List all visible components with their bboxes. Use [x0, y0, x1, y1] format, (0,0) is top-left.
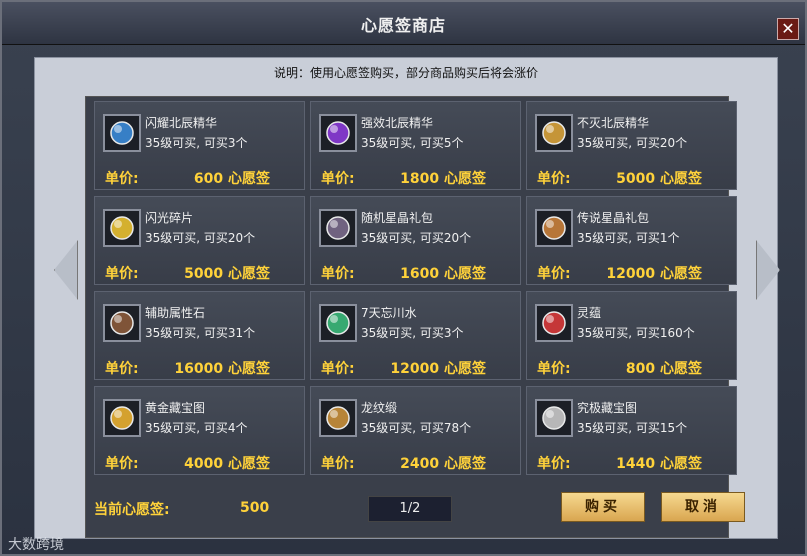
page-indicator: 1/2: [368, 496, 452, 522]
item-price-label: 单价:: [105, 456, 139, 472]
watermark-text: 大数跨境: [8, 537, 64, 553]
shop-panel: 说明：使用心愿签购买，部分商品购买后将会涨价 闪耀北辰精华 35级可买, 可买3个…: [34, 57, 778, 539]
gold-map-icon: [103, 399, 141, 437]
notice-text: 说明：使用心愿签购买，部分商品购买后将会涨价: [273, 66, 538, 80]
item-price-label: 单价:: [537, 171, 571, 187]
shop-item[interactable]: 辅助属性石 35级可买, 可买31个单价: 16000 心愿签: [94, 291, 305, 380]
item-price: 5000 心愿签: [616, 171, 702, 187]
item-requirement: 35级可买, 可买1个: [577, 231, 680, 245]
item-requirement: 35级可买, 可买78个: [361, 421, 472, 435]
blue-orb-icon: [103, 114, 141, 152]
item-grid: 闪耀北辰精华 35级可买, 可买3个 单价: 600 心愿签 强效北辰精华 35级可买, …: [85, 96, 737, 538]
item-name: 闪光碎片: [145, 211, 194, 225]
item-price: 12000 心愿签: [606, 266, 702, 282]
item-price-label: 单价:: [105, 171, 139, 187]
item-name: 闪耀北辰精华: [145, 116, 218, 130]
item-requirement: 35级可买, 可买20个: [361, 231, 472, 245]
spirit-icon: [535, 304, 573, 342]
legend-bag-icon: [535, 209, 573, 247]
shop-item[interactable]: 传说星晶礼包 35级可买, 可买1个单价: 12000 心愿签: [526, 196, 737, 285]
item-price: 600 心愿签: [193, 171, 270, 187]
item-requirement: 35级可买, 可买3个: [361, 326, 464, 340]
item-requirement: 35级可买, 可买160个: [577, 326, 695, 340]
item-requirement: 35级可买, 可买20个: [577, 136, 688, 150]
item-price-label: 单价:: [537, 266, 571, 282]
shop-item[interactable]: 随机星晶礼包 35级可买, 可买20个单价: 1600 心愿签: [310, 196, 521, 285]
item-name: 强效北辰精华: [361, 116, 434, 130]
shop-item[interactable]: 7天忘川水 35级可买, 可买3个单价: 12000 心愿签: [310, 291, 521, 380]
shop-item[interactable]: 龙纹缎 35级可买, 可买78个单价: 2400 心愿签: [310, 386, 521, 475]
stone-icon: [103, 304, 141, 342]
item-price: 2400 心愿签: [400, 456, 486, 472]
item-price-label: 单价:: [321, 171, 355, 187]
silk-icon: [319, 399, 357, 437]
shop-window: 心愿签商店 ✕ 说明：使用心愿签购买，部分商品购买后将会涨价 闪耀北辰精华 35级…: [0, 0, 807, 556]
item-requirement: 35级可买, 可买3个: [145, 136, 248, 150]
item-name: 究极藏宝图: [577, 401, 638, 415]
wish-balance-label: 当前心愿签:: [94, 502, 170, 518]
title-bar: 心愿签商店 ✕: [2, 2, 805, 45]
gift-bag-icon: [319, 209, 357, 247]
item-price-label: 单价:: [321, 456, 355, 472]
shard-icon: [103, 209, 141, 247]
item-price: 12000 心愿签: [390, 361, 486, 377]
shop-item[interactable]: 闪耀北辰精华 35级可买, 可买3个单价: 600 心愿签: [94, 101, 305, 190]
item-name: 龙纹缎: [361, 401, 398, 415]
item-price-label: 单价:: [105, 266, 139, 282]
window-title: 心愿签商店: [360, 16, 446, 35]
item-requirement: 35级可买, 可买20个: [145, 231, 256, 245]
shop-item[interactable]: 究极藏宝图 35级可买, 可买15个单价: 1440 心愿签: [526, 386, 737, 475]
shop-item[interactable]: 闪光碎片 35级可买, 可买20个单价: 5000 心愿签: [94, 196, 305, 285]
gold-orb-icon: [535, 114, 573, 152]
shop-item[interactable]: 黄金藏宝图 35级可买, 可买4个单价: 4000 心愿签: [94, 386, 305, 475]
item-price-label: 单价:: [537, 361, 571, 377]
item-name: 灵蕴: [577, 306, 602, 320]
item-name: 黄金藏宝图: [145, 401, 206, 415]
item-requirement: 35级可买, 可买5个: [361, 136, 464, 150]
scroll-icon: [535, 399, 573, 437]
item-price: 4000 心愿签: [184, 456, 270, 472]
item-price-label: 单价:: [321, 361, 355, 377]
item-price: 5000 心愿签: [184, 266, 270, 282]
item-name: 传说星晶礼包: [577, 211, 650, 225]
shop-item[interactable]: 强效北辰精华 35级可买, 可买5个单价: 1800 心愿签: [310, 101, 521, 190]
item-requirement: 35级可买, 可买31个: [145, 326, 256, 340]
shop-item[interactable]: 灵蕴 35级可买, 可买160个单价: 800 心愿签: [526, 291, 737, 380]
purple-orb-icon: [319, 114, 357, 152]
item-price-label: 单价:: [321, 266, 355, 282]
water-icon: [319, 304, 357, 342]
item-name: 不灭北辰精华: [577, 116, 650, 130]
item-name: 辅助属性石: [145, 306, 206, 320]
item-price: 800 心愿签: [625, 361, 702, 377]
cancel-button[interactable]: 取消: [661, 492, 745, 522]
item-name: 随机星晶礼包: [361, 211, 434, 225]
buy-button[interactable]: 购买: [561, 492, 645, 522]
item-price: 1440 心愿签: [616, 456, 702, 472]
shop-item[interactable]: 不灭北辰精华 35级可买, 可买20个单价: 5000 心愿签: [526, 101, 737, 190]
item-price-label: 单价:: [105, 361, 139, 377]
item-requirement: 35级可买, 可买15个: [577, 421, 688, 435]
item-requirement: 35级可买, 可买4个: [145, 421, 248, 435]
item-name: 7天忘川水: [361, 306, 417, 320]
item-price: 1600 心愿签: [400, 266, 486, 282]
item-price: 16000 心愿签: [174, 361, 270, 377]
item-price: 1800 心愿签: [400, 171, 486, 187]
wish-balance-value: 500: [240, 500, 270, 516]
item-price-label: 单价:: [537, 456, 571, 472]
close-button[interactable]: ✕: [777, 18, 799, 40]
